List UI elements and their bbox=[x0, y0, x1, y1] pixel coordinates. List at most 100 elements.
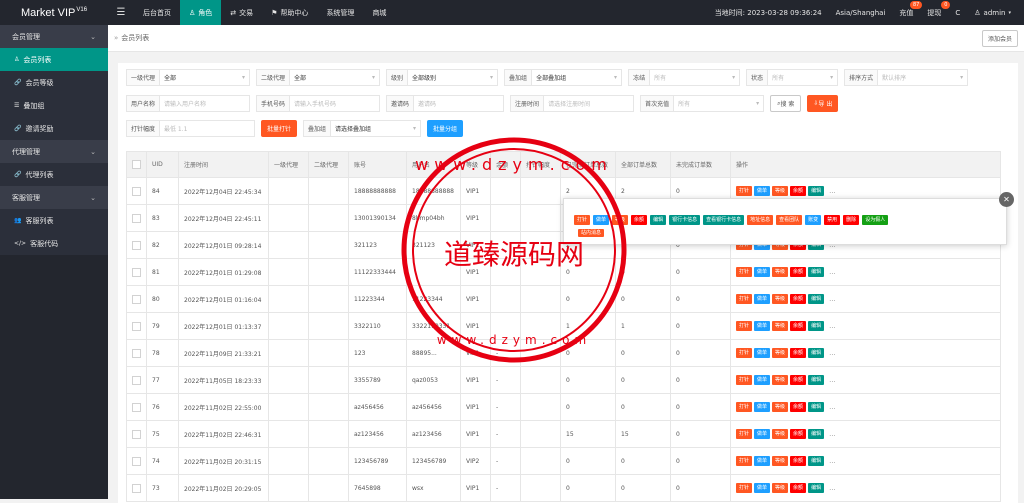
row-op-4[interactable]: 编辑 bbox=[808, 321, 825, 331]
row-checkbox[interactable] bbox=[132, 240, 141, 250]
sidebar-group-1[interactable]: 代理管理 ⌄ bbox=[0, 140, 108, 163]
select-all-checkbox[interactable] bbox=[132, 160, 141, 169]
row-op-5[interactable]: ... bbox=[826, 267, 839, 277]
row-op-3[interactable]: 余额 bbox=[790, 483, 807, 493]
popup-op-7[interactable]: 地址信息 bbox=[747, 215, 774, 225]
row-op-0[interactable]: 打针 bbox=[736, 267, 753, 277]
export-button[interactable]: ⇩ 导 出 bbox=[807, 95, 839, 112]
filter-select[interactable]: 所有 ▾ bbox=[650, 69, 741, 86]
row-op-1[interactable]: 做单 bbox=[754, 186, 771, 196]
menu-toggle-icon[interactable]: ☰ bbox=[108, 7, 134, 18]
row-op-2[interactable]: 等级 bbox=[772, 348, 789, 358]
popup-op-1[interactable]: 做单 bbox=[593, 215, 610, 225]
topnav-item-3[interactable]: ⚑ 帮助中心 bbox=[262, 0, 317, 25]
row-op-1[interactable]: 做单 bbox=[754, 375, 771, 385]
row-op-0[interactable]: 打针 bbox=[736, 429, 753, 439]
row-op-0[interactable]: 打针 bbox=[736, 294, 753, 304]
add-member-button[interactable]: 添加会员 bbox=[981, 29, 1018, 47]
row-op-2[interactable]: 等级 bbox=[772, 321, 789, 331]
row-op-2[interactable]: 等级 bbox=[772, 483, 789, 493]
filter-input[interactable]: 请输入手机号码 bbox=[290, 95, 381, 112]
row-op-5[interactable]: ... bbox=[826, 456, 839, 466]
row-op-4[interactable]: 编辑 bbox=[808, 456, 825, 466]
filter-input[interactable]: 请选择注册时间 bbox=[544, 95, 635, 112]
row-op-1[interactable]: 做单 bbox=[754, 267, 771, 277]
row-op-1[interactable]: 做单 bbox=[754, 402, 771, 412]
topnav-item-2[interactable]: ⇄ 交易 bbox=[221, 0, 262, 25]
filter-select[interactable]: 全部 ▾ bbox=[160, 69, 251, 86]
popup-op-message[interactable]: 站内消息 bbox=[578, 229, 605, 237]
row-op-5[interactable]: ... bbox=[826, 375, 839, 385]
row-checkbox[interactable] bbox=[132, 186, 141, 196]
row-op-4[interactable]: 编辑 bbox=[808, 483, 825, 493]
row-op-5[interactable]: ... bbox=[826, 429, 839, 439]
close-icon[interactable]: ✕ bbox=[999, 192, 1014, 207]
recharge-link[interactable]: 充值 87 bbox=[892, 0, 923, 25]
row-op-5[interactable]: ... bbox=[826, 321, 839, 331]
filter-select[interactable]: 所有 ▾ bbox=[674, 95, 765, 112]
row-op-1[interactable]: 做单 bbox=[754, 348, 771, 358]
ratio-input[interactable]: 最低 1.1 bbox=[160, 120, 256, 137]
row-op-2[interactable]: 等级 bbox=[772, 186, 789, 196]
sidebar-item-0-0[interactable]: ♙ 会员列表 bbox=[0, 48, 108, 71]
row-checkbox[interactable] bbox=[132, 321, 141, 331]
row-op-0[interactable]: 打针 bbox=[736, 375, 753, 385]
row-op-2[interactable]: 等级 bbox=[772, 267, 789, 277]
popup-op-5[interactable]: 银行卡信息 bbox=[669, 215, 701, 225]
row-op-4[interactable]: 编辑 bbox=[808, 375, 825, 385]
row-op-4[interactable]: 编辑 bbox=[808, 267, 825, 277]
withdraw-link[interactable]: 提现 0 bbox=[920, 0, 951, 25]
topnav-item-5[interactable]: 商城 bbox=[363, 0, 395, 25]
row-checkbox[interactable] bbox=[132, 483, 141, 493]
popup-op-12[interactable]: 设为假人 bbox=[862, 215, 889, 225]
row-op-0[interactable]: 打针 bbox=[736, 348, 753, 358]
sidebar-item-1-0[interactable]: 🔗 代理列表 bbox=[0, 163, 108, 186]
batch-group-button[interactable]: 批量分组 bbox=[427, 120, 464, 137]
row-op-3[interactable]: 余额 bbox=[790, 186, 807, 196]
row-checkbox[interactable] bbox=[132, 294, 141, 304]
row-op-5[interactable]: ... bbox=[826, 294, 839, 304]
popup-op-8[interactable]: 查看团队 bbox=[776, 215, 803, 225]
row-op-0[interactable]: 打针 bbox=[736, 186, 753, 196]
row-op-5[interactable]: ... bbox=[826, 402, 839, 412]
row-op-3[interactable]: 余额 bbox=[790, 267, 807, 277]
row-op-0[interactable]: 打针 bbox=[736, 483, 753, 493]
topnav-item-4[interactable]: 系统管理 bbox=[317, 0, 363, 25]
popup-op-2[interactable]: 等级 bbox=[612, 215, 629, 225]
filter-select[interactable]: 全部 ▾ bbox=[290, 69, 381, 86]
popup-op-11[interactable]: 删除 bbox=[843, 215, 860, 225]
sidebar-item-0-3[interactable]: 🔗 邀请奖励 bbox=[0, 117, 108, 140]
row-op-5[interactable]: ... bbox=[826, 483, 839, 493]
row-op-3[interactable]: 余额 bbox=[790, 348, 807, 358]
row-op-5[interactable]: ... bbox=[826, 348, 839, 358]
row-op-3[interactable]: 余额 bbox=[790, 375, 807, 385]
refresh-icon[interactable]: C bbox=[948, 0, 967, 25]
search-button[interactable]: ⌕ 搜 索 bbox=[770, 95, 802, 112]
row-op-4[interactable]: 编辑 bbox=[808, 186, 825, 196]
popup-op-6[interactable]: 查看银行卡信息 bbox=[703, 215, 745, 225]
filter-select[interactable]: 所有 ▾ bbox=[768, 69, 839, 86]
row-op-3[interactable]: 余额 bbox=[790, 321, 807, 331]
sidebar-group-0[interactable]: 会员管理 ⌄ bbox=[0, 25, 108, 48]
row-checkbox[interactable] bbox=[132, 348, 141, 358]
row-op-1[interactable]: 做单 bbox=[754, 483, 771, 493]
row-op-1[interactable]: 做单 bbox=[754, 456, 771, 466]
row-op-4[interactable]: 编辑 bbox=[808, 402, 825, 412]
sidebar-item-2-0[interactable]: 👥 客服列表 bbox=[0, 209, 108, 232]
row-op-2[interactable]: 等级 bbox=[772, 294, 789, 304]
row-checkbox[interactable] bbox=[132, 267, 141, 277]
sidebar-group-2[interactable]: 客服管理 ⌄ bbox=[0, 186, 108, 209]
row-op-4[interactable]: 编辑 bbox=[808, 429, 825, 439]
popup-op-0[interactable]: 打针 bbox=[574, 215, 591, 225]
filter-select[interactable]: 默认排序 ▾ bbox=[878, 69, 969, 86]
group-select[interactable]: 请选择叠加组 ▾ bbox=[331, 120, 422, 137]
sidebar-item-0-1[interactable]: 🔗 会员等级 bbox=[0, 71, 108, 94]
row-op-2[interactable]: 等级 bbox=[772, 375, 789, 385]
row-op-1[interactable]: 做单 bbox=[754, 294, 771, 304]
row-op-0[interactable]: 打针 bbox=[736, 456, 753, 466]
row-op-3[interactable]: 余额 bbox=[790, 294, 807, 304]
row-checkbox[interactable] bbox=[132, 213, 141, 223]
row-op-5[interactable]: ... bbox=[826, 186, 839, 196]
filter-input[interactable]: 邀请码 bbox=[414, 95, 505, 112]
popup-op-4[interactable]: 编辑 bbox=[650, 215, 667, 225]
